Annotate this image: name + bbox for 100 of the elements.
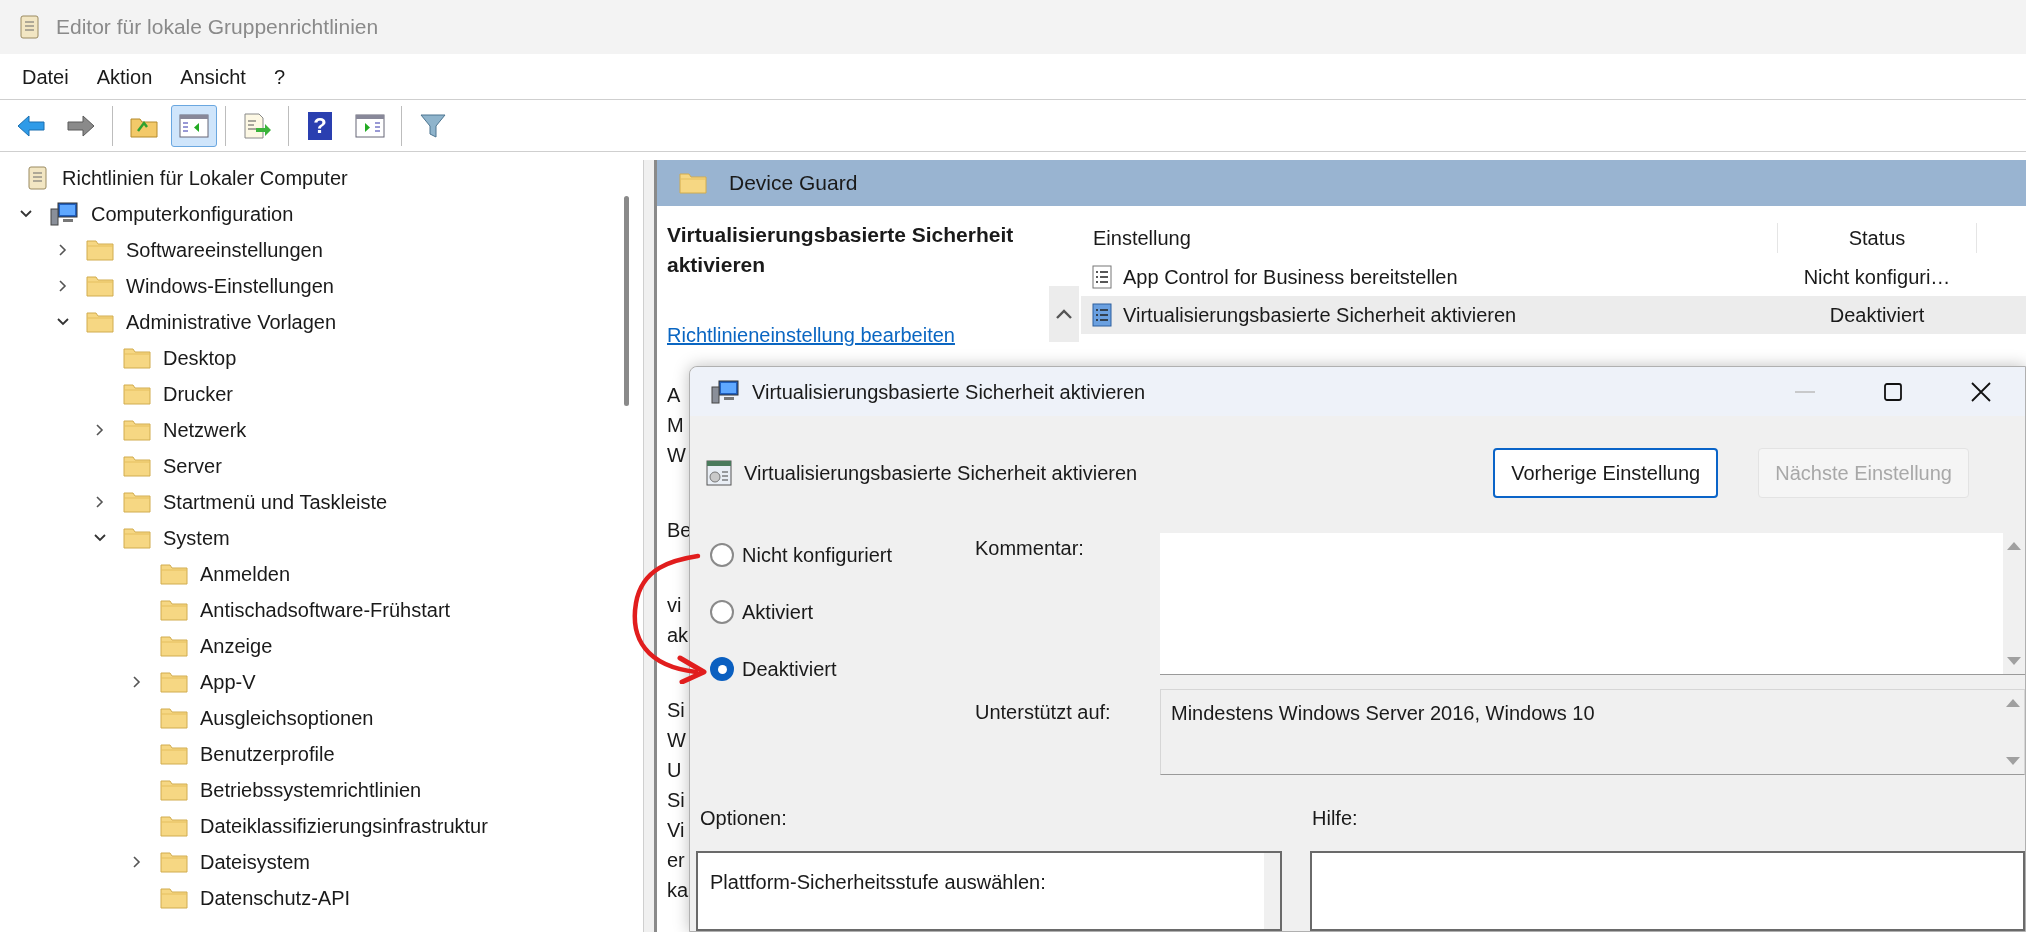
folder-title: Device Guard: [729, 170, 858, 197]
scroll-up-icon[interactable]: [2006, 541, 2022, 551]
back-arrow-icon: [16, 113, 46, 138]
edit-policy-link[interactable]: Richtlinieneinstellung bearbeiten: [667, 324, 955, 346]
tree-item[interactable]: Netzwerk: [0, 412, 643, 448]
radio-icon[interactable]: [710, 600, 734, 624]
tree-item[interactable]: Desktop: [0, 340, 643, 376]
computer-icon: [710, 378, 740, 405]
tree-item[interactable]: Computerkonfiguration: [0, 196, 643, 232]
scroll-up-button[interactable]: [1049, 286, 1079, 342]
description-text: Be: [667, 518, 692, 543]
scroll-down-icon[interactable]: [2006, 656, 2022, 666]
folder-icon: [160, 887, 188, 909]
policy-title: Virtualisierungsbasierte Sicherheit aktivieren: [667, 222, 1015, 278]
tree-pane-icon: [179, 112, 209, 139]
column-header[interactable]: Einstellung: [1081, 223, 1777, 253]
setting-icon: [1091, 264, 1113, 290]
tree-item[interactable]: Dateiklassifizierungsinfrastruktur: [0, 808, 643, 844]
window-title: Editor für lokale Gruppenrichtlinien: [56, 14, 379, 41]
description-text: ka: [667, 878, 689, 903]
folder-icon: [123, 419, 151, 441]
previous-setting-button[interactable]: Vorherige Einstellung: [1493, 448, 1719, 498]
options-label: Optionen:: [700, 806, 788, 831]
radio-icon[interactable]: [710, 543, 734, 567]
field-label: Kommentar:: [975, 536, 1084, 561]
toolbar-button[interactable]: [171, 104, 217, 147]
scroll-down-icon[interactable]: [2005, 756, 2021, 766]
action-pane-icon: [355, 112, 385, 139]
folder-icon: [160, 815, 188, 837]
comment-scrollbar[interactable]: [2003, 533, 2025, 674]
scroll-up-icon[interactable]: [2005, 698, 2021, 708]
chevron-up-icon: [1055, 308, 1073, 320]
setting-icon: [1091, 302, 1113, 328]
column-header[interactable]: Status: [1777, 223, 1977, 253]
setting-name: App Control for Business bereitstellen: [1123, 265, 1458, 290]
description-text: Vi: [667, 818, 685, 843]
tree-item[interactable]: App-V: [0, 664, 643, 700]
tree-item[interactable]: Anmelden: [0, 556, 643, 592]
folder-icon: [86, 239, 114, 261]
setting-status: Deaktiviert: [1828, 303, 1926, 328]
tree-item[interactable]: Dateisystem: [0, 844, 643, 880]
radio-option[interactable]: Deaktiviert: [710, 653, 975, 685]
supported-on-field: Mindestens Windows Server 2016, Windows 10: [1160, 689, 2025, 775]
folder-icon: [123, 383, 151, 405]
filter-icon: [419, 111, 447, 140]
computer-icon: [49, 201, 79, 227]
tree-item[interactable]: Startmenü und Taskleiste: [0, 484, 643, 520]
tree-item[interactable]: Windows-Einstellungen: [0, 268, 643, 304]
folder-icon: [123, 347, 151, 369]
radio-icon[interactable]: [710, 657, 734, 681]
description-text: Si: [667, 698, 685, 723]
menu-item[interactable]: ?: [271, 61, 287, 92]
menu-item[interactable]: Ansicht: [178, 61, 248, 92]
forward-arrow-icon: [66, 113, 96, 138]
folder-icon: [160, 779, 188, 801]
description-text: ak: [667, 623, 689, 648]
description-text: vi: [667, 593, 682, 618]
description-text: W: [667, 728, 686, 753]
radio-option[interactable]: Aktiviert: [710, 596, 975, 628]
toolbar-button[interactable]: ?: [297, 104, 343, 147]
document-icon: [18, 14, 42, 40]
policy-settings-icon: [706, 460, 732, 486]
list-row[interactable]: Virtualisierungsbasierte Sicherheit aktivieren Deaktiviert: [1081, 296, 2026, 334]
scrollbar-thumb[interactable]: [624, 196, 629, 406]
tree-item[interactable]: Anzeige: [0, 628, 643, 664]
document-icon: [26, 165, 50, 191]
tree-item[interactable]: Server: [0, 448, 643, 484]
policy-name: Virtualisierungsbasierte Sicherheit aktivieren: [744, 461, 1138, 486]
help-icon: ?: [308, 111, 332, 140]
tree-item[interactable]: Richtlinien für Lokaler Computer: [0, 160, 643, 196]
tree-item[interactable]: Betriebssystemrichtlinien: [0, 772, 643, 808]
folder-icon: [160, 707, 188, 729]
menu-item[interactable]: Aktion: [94, 61, 155, 92]
radio-option[interactable]: Nicht konfiguriert: [710, 539, 975, 571]
tree-item[interactable]: Antischadsoftware-Frühstart: [0, 592, 643, 628]
export-list-icon: [242, 112, 272, 139]
close-icon: [1970, 380, 1992, 403]
folder-icon: [123, 455, 151, 477]
description-text: M: [667, 413, 684, 438]
menu-item[interactable]: Datei: [20, 61, 71, 92]
tree-item[interactable]: Drucker: [0, 376, 643, 412]
tree-item[interactable]: Datenschutz-API: [0, 880, 643, 916]
tree-item[interactable]: Benutzerprofile: [0, 736, 643, 772]
description-text: Si: [667, 788, 685, 813]
folder-icon: [123, 491, 151, 513]
setting-name: Virtualisierungsbasierte Sicherheit aktivieren: [1123, 303, 1517, 328]
description-text: W: [667, 443, 686, 468]
folder-icon: [160, 635, 188, 657]
tree-item[interactable]: Ausgleichsoptionen: [0, 700, 643, 736]
folder-icon: [160, 599, 188, 621]
folder-icon: [160, 743, 188, 765]
tree-item[interactable]: Administrative Vorlagen: [0, 304, 643, 340]
folder-icon: [679, 172, 707, 194]
tree-item[interactable]: Softwareeinstellungen: [0, 232, 643, 268]
field-label: Unterstützt auf:: [975, 700, 1111, 725]
comment-field[interactable]: [1160, 533, 2025, 675]
list-row[interactable]: App Control for Business bereitstellen Nicht konfiguri…: [1081, 258, 2026, 296]
tree-item[interactable]: System: [0, 520, 643, 556]
description-text: A: [667, 383, 681, 408]
folder-icon: [123, 527, 151, 549]
